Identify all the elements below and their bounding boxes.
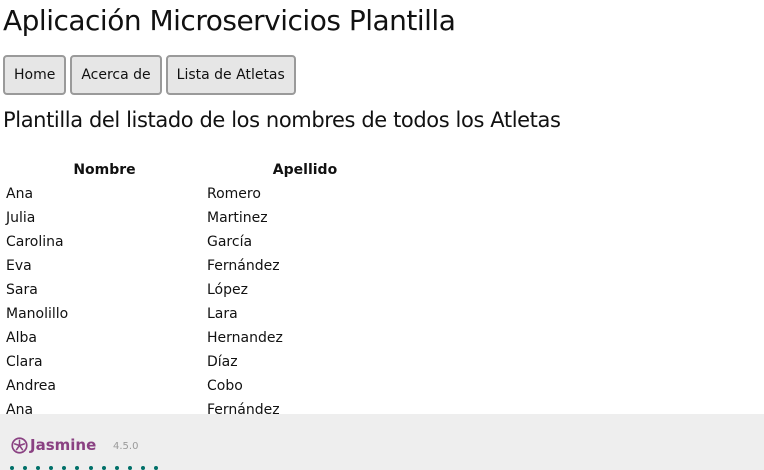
athlete-last-name: Lara bbox=[207, 306, 238, 322]
spec-passed-dot[interactable] bbox=[154, 465, 167, 470]
table-row: Andrea Cobo bbox=[4, 374, 405, 398]
spec-results bbox=[10, 465, 167, 470]
athlete-first-name: Julia bbox=[6, 210, 36, 226]
spec-passed-dot[interactable] bbox=[10, 465, 23, 470]
athlete-first-name: Manolillo bbox=[6, 306, 69, 322]
spec-passed-dot[interactable] bbox=[36, 465, 49, 470]
jasmine-flower-icon bbox=[11, 436, 28, 454]
column-header-nombre: Nombre bbox=[73, 162, 136, 178]
spec-passed-dot[interactable] bbox=[140, 465, 154, 470]
spec-passed-dot[interactable] bbox=[23, 465, 36, 470]
athlete-last-name: Fernández bbox=[207, 258, 280, 274]
table-body: Ana Romero Julia Martinez Carolina García Eva F… bbox=[4, 182, 405, 422]
spec-passed-dot[interactable] bbox=[101, 465, 115, 470]
page: Aplicación Microservicios Plantilla Home… bbox=[0, 0, 764, 470]
athlete-first-name: Eva bbox=[6, 258, 32, 274]
table-row: Julia Martinez bbox=[4, 206, 405, 230]
jasmine-reporter-bar: Jasmine 4.5.0 bbox=[0, 414, 764, 470]
table-row: Carolina García bbox=[4, 230, 405, 254]
athletes-table: Nombre Apellido Ana Romero Julia Martinez Ca… bbox=[4, 158, 405, 422]
jasmine-logo: Jasmine bbox=[11, 436, 96, 454]
athlete-last-name: Martinez bbox=[207, 210, 268, 226]
spec-passed-dot[interactable] bbox=[127, 465, 141, 470]
athlete-last-name: Romero bbox=[207, 186, 261, 202]
table-row: Manolillo Lara bbox=[4, 302, 405, 326]
spec-passed-dot[interactable] bbox=[49, 465, 62, 470]
list-title: Plantilla del listado de los nombres de … bbox=[3, 108, 561, 132]
athlete-first-name: Andrea bbox=[6, 378, 56, 394]
column-header-apellido: Apellido bbox=[272, 162, 338, 178]
athlete-last-name: Cobo bbox=[207, 378, 243, 394]
athlete-first-name: Clara bbox=[6, 354, 43, 370]
spec-passed-dot[interactable] bbox=[75, 465, 88, 470]
table-row: Eva Fernández bbox=[4, 254, 405, 278]
app-title: Aplicación Microservicios Plantilla bbox=[3, 4, 456, 37]
main-nav: Home Acerca de Lista de Atletas bbox=[3, 55, 296, 95]
athlete-first-name: Sara bbox=[6, 282, 38, 298]
spec-passed-dot[interactable] bbox=[114, 465, 128, 470]
athlete-last-name: García bbox=[207, 234, 253, 250]
home-button[interactable]: Home bbox=[3, 55, 67, 95]
athletes-list-button[interactable]: Lista de Atletas bbox=[165, 55, 296, 95]
spec-passed-dot[interactable] bbox=[62, 465, 75, 470]
athlete-first-name: Ana bbox=[6, 186, 34, 202]
athlete-last-name: López bbox=[207, 282, 248, 298]
athlete-first-name: Alba bbox=[6, 330, 37, 346]
table-row: Ana Romero bbox=[4, 182, 405, 206]
athlete-first-name: Carolina bbox=[6, 234, 64, 250]
spec-passed-dot[interactable] bbox=[88, 465, 102, 470]
table-row: Alba Hernandez bbox=[4, 326, 405, 350]
jasmine-name: Jasmine bbox=[30, 436, 97, 454]
table-header-row: Nombre Apellido bbox=[4, 158, 405, 182]
jasmine-version: 4.5.0 bbox=[113, 441, 139, 452]
table-row: Sara López bbox=[4, 278, 405, 302]
about-button[interactable]: Acerca de bbox=[70, 55, 162, 95]
athlete-last-name: Díaz bbox=[207, 354, 238, 370]
table-row: Clara Díaz bbox=[4, 350, 405, 374]
athlete-last-name: Hernandez bbox=[207, 330, 283, 346]
